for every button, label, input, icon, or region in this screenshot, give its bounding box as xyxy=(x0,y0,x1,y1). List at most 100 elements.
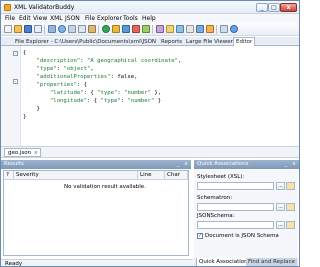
grid-view-icon[interactable] xyxy=(196,25,204,33)
save-icon[interactable] xyxy=(24,25,32,33)
json-punctuation: : { xyxy=(87,98,101,104)
status-bar: Ready xyxy=(1,259,193,266)
fold-toggle-icon[interactable]: - xyxy=(13,79,18,84)
tab-reports[interactable]: Reports xyxy=(159,38,184,46)
pin-panel-icon[interactable]: _ xyxy=(175,161,181,168)
xpath-icon[interactable] xyxy=(156,25,164,33)
well-formed-icon[interactable] xyxy=(112,25,120,33)
column-header-severity[interactable]: Severity xyxy=(14,171,138,180)
document-is-json-schema-checkbox[interactable]: ✓ xyxy=(197,233,203,239)
code-line: "description": "A geographical coordinat… xyxy=(23,58,181,65)
stop-icon[interactable] xyxy=(132,25,140,33)
tab-quick-associations[interactable]: Quick Associations xyxy=(196,258,254,266)
cut-icon[interactable] xyxy=(68,25,76,33)
json-schema-browse-button[interactable]: ... xyxy=(276,221,285,229)
maximize-button[interactable]: □ xyxy=(268,3,280,12)
menu-help[interactable]: Help xyxy=(142,15,156,22)
results-panel-title: Results xyxy=(4,161,24,167)
tab-find-and-replace[interactable]: Find and Replace xyxy=(246,258,297,266)
menu-edit[interactable]: Edit xyxy=(19,15,31,22)
file-tab-geo-json[interactable]: geo.json x xyxy=(4,148,42,157)
json-punctuation: } xyxy=(36,106,40,112)
title-bar: XML ValidatorBuddy _ □ x xyxy=(1,1,299,14)
toolbar-separator xyxy=(98,25,99,34)
menu-tools[interactable]: Tools xyxy=(123,15,138,22)
results-table[interactable]: ? Severity Line Char No validation resul… xyxy=(3,170,189,256)
json-token: "description" xyxy=(36,58,81,64)
json-token: "properties" xyxy=(36,82,77,88)
schema-icon[interactable] xyxy=(176,25,184,33)
format-icon[interactable] xyxy=(142,25,150,33)
validate-icon[interactable] xyxy=(102,25,110,33)
batch-icon[interactable] xyxy=(206,25,214,33)
refresh-icon[interactable] xyxy=(58,25,66,33)
menu-bar: File Edit View XML JSON File Explorer To… xyxy=(1,14,299,23)
schematron-browse-button[interactable]: ... xyxy=(276,203,285,211)
window-title: XML ValidatorBuddy xyxy=(14,4,75,11)
column-header-status[interactable]: ? xyxy=(4,171,14,180)
column-header-line[interactable]: Line xyxy=(138,171,165,180)
quick-associations-title: Quick Associations xyxy=(197,161,249,167)
stylesheet-field[interactable] xyxy=(197,182,274,190)
close-tab-icon[interactable]: x xyxy=(34,150,37,156)
results-panel-header: Results xyxy=(1,160,191,169)
code-line: { xyxy=(23,50,26,57)
json-schema-field[interactable] xyxy=(197,221,274,229)
schematron-label: Schematron: xyxy=(197,195,233,201)
stylesheet-open-icon[interactable] xyxy=(286,182,295,190)
close-panel-icon[interactable]: x xyxy=(291,161,297,168)
compare-icon[interactable] xyxy=(186,25,194,33)
json-punctuation: : { xyxy=(83,90,98,96)
schematron-field[interactable] xyxy=(197,203,274,211)
json-schema-label: JSONSchema: xyxy=(197,213,235,219)
paste-icon[interactable] xyxy=(88,25,96,33)
menu-xml[interactable]: XML xyxy=(50,15,63,22)
menu-json[interactable]: JSON xyxy=(65,15,80,22)
open-folder-icon[interactable] xyxy=(14,25,22,33)
document-is-json-schema-label: Document is JSON Schema xyxy=(205,233,279,239)
tab-file-explorer[interactable]: File Explorer - C:\Users\Public\Document… xyxy=(13,38,158,46)
close-panel-icon[interactable]: x xyxy=(183,161,189,168)
tab-large-file-viewer[interactable]: Large File Viewer xyxy=(184,38,235,46)
toolbar xyxy=(1,23,299,36)
code-line: } xyxy=(23,114,26,121)
help-icon[interactable] xyxy=(230,25,238,33)
toolbar-separator xyxy=(44,25,45,34)
new-file-icon[interactable] xyxy=(4,25,12,33)
toolbar-separator xyxy=(216,25,217,34)
code-line: "longitude": { "type": "number" } xyxy=(23,98,161,105)
close-window-button[interactable]: x xyxy=(280,3,297,12)
fold-toggle-icon[interactable]: - xyxy=(13,51,18,56)
menu-view[interactable]: View xyxy=(33,15,47,22)
menu-file-explorer[interactable]: File Explorer xyxy=(85,15,122,22)
print-icon[interactable] xyxy=(48,25,56,33)
json-token: "type" xyxy=(36,66,57,72)
json-punctuation: } xyxy=(23,114,27,120)
document-tab-strip: File Explorer - C:\Users\Public\Document… xyxy=(1,37,299,46)
xslt-icon[interactable] xyxy=(166,25,174,33)
column-header-char[interactable]: Char xyxy=(165,171,188,180)
menu-file[interactable]: File xyxy=(5,15,15,22)
tab-editor[interactable]: Editor xyxy=(233,37,256,46)
stylesheet-label: Stylesheet (XSL): xyxy=(197,174,245,180)
json-punctuation: : xyxy=(80,58,88,64)
json-schema-open-icon[interactable] xyxy=(286,221,295,229)
json-punctuation: , xyxy=(177,58,182,64)
transform-icon[interactable] xyxy=(122,25,130,33)
json-token: "object" xyxy=(63,66,91,72)
stylesheet-browse-button[interactable]: ... xyxy=(276,182,285,190)
copy-icon[interactable] xyxy=(78,25,86,33)
minimize-button[interactable]: _ xyxy=(256,3,268,12)
code-editor[interactable]: - - { "description": "A geographical coo… xyxy=(1,46,299,147)
code-line: "latitude": { "type": "number" }, xyxy=(23,90,161,97)
pin-panel-icon[interactable]: _ xyxy=(283,161,289,168)
options-icon[interactable] xyxy=(220,25,228,33)
json-token: "longitude" xyxy=(49,98,87,104)
schematron-open-icon[interactable] xyxy=(286,203,295,211)
json-token: "additionalProperties" xyxy=(36,74,111,80)
save-all-icon[interactable] xyxy=(34,25,42,33)
